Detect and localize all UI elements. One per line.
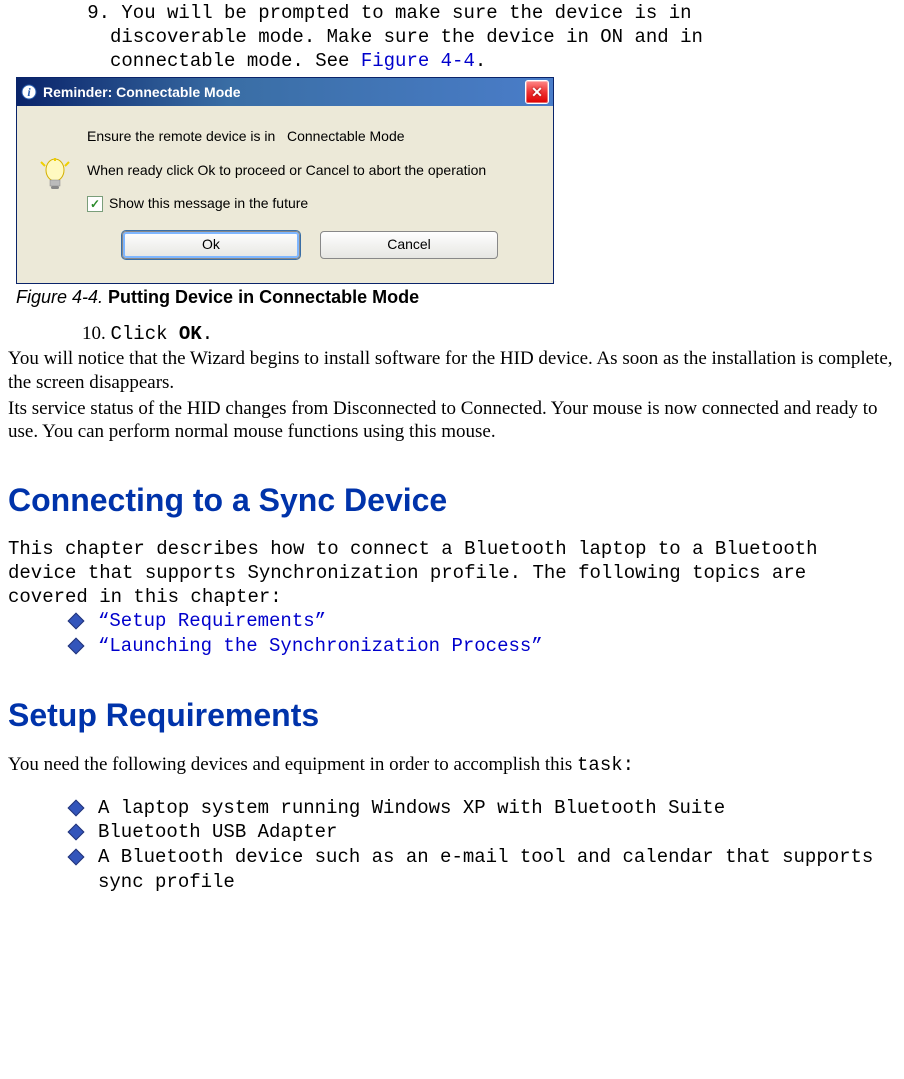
setup-list: A laptop system running Windows XP with …: [70, 796, 896, 895]
dialog-buttons: Ok Cancel: [87, 231, 533, 259]
dialog-body: Ensure the remote device is in Connectab…: [17, 106, 553, 283]
dialog-titlebar: i Reminder: Connectable Mode ✕: [17, 78, 553, 106]
step-10-text-c: .: [202, 323, 213, 345]
topics-list: “Setup Requirements” “Launching the Sync…: [70, 609, 896, 659]
dialog-line1b: Connectable Mode: [287, 128, 405, 144]
step-9-line1: You will be prompted to make sure the de…: [121, 2, 691, 24]
ok-button[interactable]: Ok: [122, 231, 300, 259]
figure-caption: Figure 4-4. Putting Device in Connectabl…: [16, 286, 896, 309]
topic-link-1[interactable]: “Setup Requirements”: [70, 609, 896, 634]
figure-title: Putting Device in Connectable Mode: [108, 287, 419, 307]
setup-intro-b: task:: [577, 754, 634, 776]
show-message-checkbox[interactable]: ✓: [87, 196, 103, 212]
close-icon[interactable]: ✕: [525, 80, 549, 104]
step-9-line3a: connectable mode. See: [110, 50, 361, 72]
figure-4-4-link[interactable]: Figure 4-4: [361, 50, 475, 72]
show-message-label: Show this message in the future: [109, 195, 308, 213]
step-9-line3b: .: [475, 50, 486, 72]
topic-link-2[interactable]: “Launching the Synchronization Process”: [70, 634, 896, 659]
dialog-checkbox-row: ✓ Show this message in the future: [87, 195, 533, 213]
step-10-text-b: OK: [179, 323, 202, 345]
step-9-number: 9.: [76, 2, 110, 26]
cancel-button[interactable]: Cancel: [320, 231, 498, 259]
step-10: 10. Click OK.: [82, 322, 896, 347]
dialog-line1a: Ensure the remote device is in: [87, 128, 275, 144]
figure-label: Figure 4-4.: [16, 287, 108, 307]
step-10-text-a: Click: [111, 323, 179, 345]
step-10-number: 10.: [82, 323, 106, 344]
heading-connecting: Connecting to a Sync Device: [8, 480, 896, 520]
dialog-line1: Ensure the remote device is in Connectab…: [87, 128, 533, 146]
setup-item-2: Bluetooth USB Adapter: [70, 820, 896, 845]
paragraph-2: Its service status of the HID changes fr…: [8, 397, 896, 445]
sync-intro: This chapter describes how to connect a …: [8, 538, 896, 609]
paragraph-1: You will notice that the Wizard begins t…: [8, 347, 896, 395]
info-icon: i: [21, 84, 37, 100]
setup-intro-a: You need the following devices and equip…: [8, 754, 577, 775]
step-9: 9. You will be prompted to make sure the…: [76, 2, 896, 26]
body-paragraphs: You will notice that the Wizard begins t…: [8, 347, 896, 444]
step-9-line3: connectable mode. See Figure 4-4.: [110, 50, 896, 74]
reminder-dialog: i Reminder: Connectable Mode ✕ Ensure th…: [16, 77, 554, 284]
dialog-title: Reminder: Connectable Mode: [43, 84, 525, 102]
dialog-line2: When ready click Ok to proceed or Cancel…: [87, 162, 533, 180]
reminder-icon: [35, 156, 75, 196]
step-9-line2: discoverable mode. Make sure the device …: [110, 26, 896, 50]
setup-item-3: A Bluetooth device such as an e-mail too…: [70, 845, 896, 895]
setup-intro: You need the following devices and equip…: [8, 753, 896, 778]
heading-setup: Setup Requirements: [8, 695, 896, 735]
setup-item-1: A laptop system running Windows XP with …: [70, 796, 896, 821]
